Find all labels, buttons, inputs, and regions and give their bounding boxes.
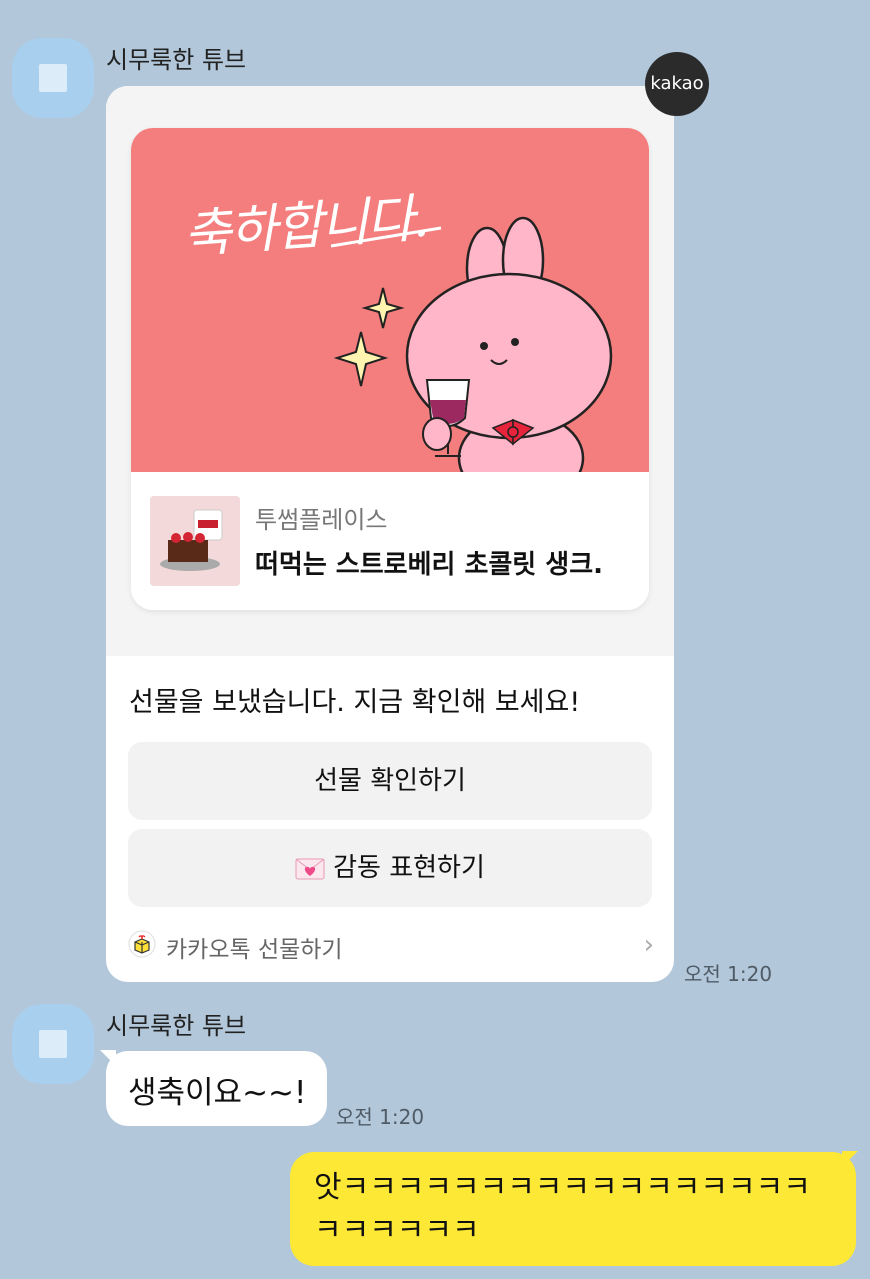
product-thumbnail (150, 496, 240, 586)
received-message-bubble[interactable]: 생축이요~~! (106, 1051, 327, 1126)
product-info[interactable]: 투썸플레이스 떠먹는 스트로베리 초콜릿 생크. (131, 472, 649, 610)
brand-name: 투썸플레이스 (255, 506, 388, 534)
message-text: 생축이요~~! (128, 1075, 307, 1111)
check-gift-label: 선물 확인하기 (314, 766, 466, 796)
gift-card[interactable]: 축하합니다. 투썸플레이스 떠먹는 스트로베리 초콜릿 생크. 선물을 보냈습니… (106, 86, 674, 982)
envelope-heart-icon (295, 858, 325, 879)
gift-card-header: 축하합니다. 투썸플레이스 떠먹는 스트로베리 초콜릿 생크. (106, 86, 674, 656)
sender-name: 시무룩한 튜브 (106, 1012, 247, 1040)
celebration-banner: 축하합니다. (131, 128, 649, 472)
sender-name: 시무룩한 튜브 (106, 46, 247, 74)
avatar-placeholder-icon (39, 64, 67, 92)
avatar-placeholder-icon (39, 1030, 67, 1058)
express-thanks-button[interactable]: 감동 표현하기 (128, 829, 652, 907)
message-time: 오전 1:20 (684, 962, 773, 986)
sender-avatar[interactable] (12, 1004, 94, 1084)
gift-preview[interactable]: 축하합니다. 투썸플레이스 떠먹는 스트로베리 초콜릿 생크. (131, 128, 649, 610)
bunny-illustration (330, 216, 613, 472)
express-thanks-label: 감동 표현하기 (333, 853, 485, 883)
check-gift-button[interactable]: 선물 확인하기 (128, 742, 652, 820)
message-text: 앗ㅋㅋㅋㅋㅋㅋㅋㅋㅋㅋㅋㅋㅋㅋㅋㅋㅋㅋㅋㅋㅋㅋㅋ (314, 1170, 811, 1248)
footer-label: 카카오톡 선물하기 (166, 937, 343, 963)
kakao-gift-footer[interactable]: 카카오톡 선물하기 › (128, 928, 658, 964)
chevron-right-icon: › (643, 930, 654, 960)
kakao-badge: kakao (645, 52, 709, 116)
cake-coffee-icon (150, 496, 240, 586)
sender-avatar[interactable] (12, 38, 94, 118)
gift-message: 선물을 보냈습니다. 지금 확인해 보세요! (129, 687, 581, 718)
product-name: 떠먹는 스트로베리 초콜릿 생크. (255, 550, 603, 580)
sent-message-bubble[interactable]: 앗ㅋㅋㅋㅋㅋㅋㅋㅋㅋㅋㅋㅋㅋㅋㅋㅋㅋㅋㅋㅋㅋㅋㅋ (290, 1152, 856, 1266)
gift-box-icon (128, 930, 156, 958)
message-time: 오전 1:20 (336, 1105, 425, 1129)
